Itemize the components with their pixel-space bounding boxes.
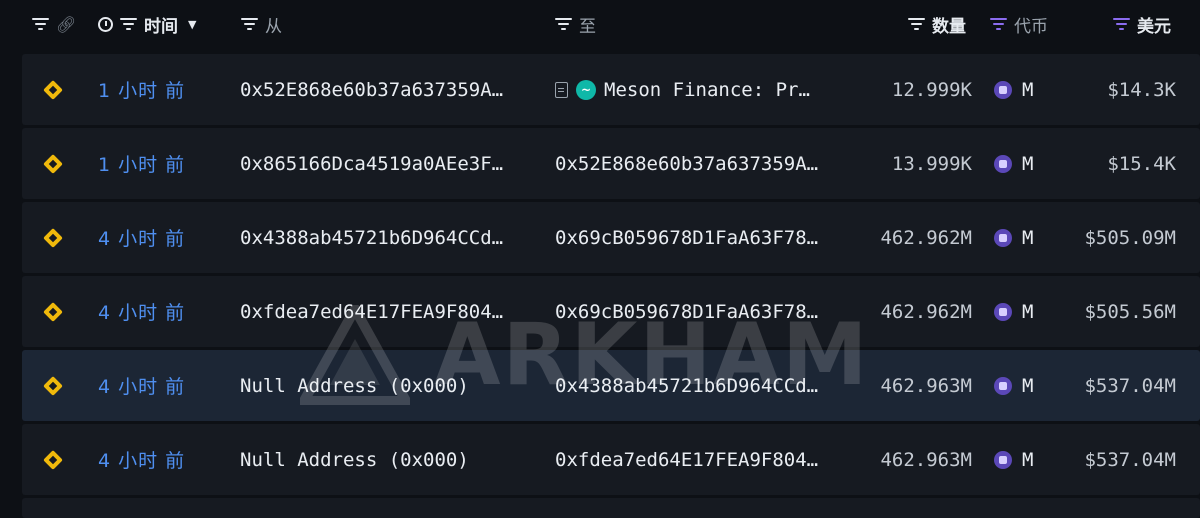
amount-value: 462.962M (880, 226, 972, 249)
time-link[interactable]: 4 小时 前 (98, 424, 185, 495)
table-row[interactable]: 4 小时 前 Null Address (0x000) 0x4388ab4572… (22, 350, 1200, 421)
table-row-partial (22, 498, 1200, 518)
token-symbol[interactable]: M (1022, 153, 1033, 175)
filter-icon[interactable] (555, 17, 572, 31)
token-cell[interactable]: M (994, 202, 1033, 273)
filter-icon[interactable] (120, 17, 137, 31)
to-header-label: 至 (579, 16, 596, 37)
amount-value: 13.999K (891, 152, 972, 175)
bnb-chain-icon (43, 449, 63, 470)
bnb-chain-icon (43, 79, 63, 100)
usd-value: $537.04M (1084, 374, 1176, 397)
bnb-chain-icon (43, 153, 63, 174)
table-row[interactable]: 4 小时 前 0x4388ab45721b6D964CCd… 0x69cB059… (22, 202, 1200, 273)
bnb-chain-icon (43, 301, 63, 322)
usd-column-header[interactable]: 美元 (1113, 12, 1171, 37)
chain-cell (43, 350, 63, 421)
chain-cell (43, 202, 63, 273)
bnb-chain-icon (43, 375, 63, 396)
from-address[interactable]: 0x865166Dca4519a0AEe3F… (240, 128, 503, 199)
time-link[interactable]: 4 小时 前 (98, 276, 185, 347)
to-address[interactable]: 0xfdea7ed64E17FEA9F804… (555, 424, 818, 495)
filter-icon[interactable] (1113, 17, 1130, 31)
filter-icon[interactable] (908, 17, 925, 31)
chain-cell (43, 128, 63, 199)
filter-icon[interactable] (241, 17, 258, 31)
contract-icon (555, 81, 568, 98)
from-address[interactable]: Null Address (0x000) (240, 350, 469, 421)
from-address[interactable]: 0x52E868e60b37a637359A… (240, 54, 503, 125)
token-icon (994, 80, 1012, 99)
from-address[interactable]: 0xfdea7ed64E17FEA9F804… (240, 276, 503, 347)
time-column-header[interactable]: 时间 ▼ (98, 12, 196, 37)
from-address[interactable]: 0x4388ab45721b6D964CCd… (240, 202, 503, 273)
token-symbol[interactable]: M (1022, 79, 1033, 101)
to-address[interactable]: Meson Finance: Pr… (604, 79, 810, 101)
amount-column-header[interactable]: 数量 (908, 12, 966, 37)
table-row[interactable]: 1 小时 前 0x52E868e60b37a637359A… ~ Meson F… (22, 54, 1200, 125)
time-link[interactable]: 1 小时 前 (98, 128, 185, 199)
token-icon (994, 154, 1012, 173)
amount-header-label: 数量 (932, 16, 966, 37)
table-row[interactable]: 4 小时 前 0xfdea7ed64E17FEA9F804… 0x69cB059… (22, 276, 1200, 347)
token-symbol[interactable]: M (1022, 227, 1033, 249)
token-cell[interactable]: M (994, 54, 1033, 125)
filter-icon[interactable] (990, 17, 1007, 31)
to-address-cell[interactable]: ~ Meson Finance: Pr… (555, 54, 810, 125)
token-icon (994, 450, 1012, 469)
token-cell[interactable]: M (994, 128, 1033, 199)
time-link[interactable]: 4 小时 前 (98, 350, 185, 421)
from-address[interactable]: Null Address (0x000) (240, 424, 469, 495)
token-symbol[interactable]: M (1022, 301, 1033, 323)
token-icon (994, 228, 1012, 247)
usd-value: $505.09M (1084, 226, 1176, 249)
to-address[interactable]: 0x69cB059678D1FaA63F78… (555, 202, 818, 273)
table-header: 🔗︎ 时间 ▼ 从 至 数量 代币 美元 (0, 0, 1200, 50)
time-link[interactable]: 4 小时 前 (98, 202, 185, 273)
usd-value: $15.4K (1107, 152, 1176, 175)
token-cell[interactable]: M (994, 424, 1033, 495)
token-header-label: 代币 (1014, 16, 1048, 37)
time-header-label: 时间 (144, 16, 178, 37)
usd-value: $505.56M (1084, 300, 1176, 323)
usd-value: $14.3K (1107, 78, 1176, 101)
table-row[interactable]: 4 小时 前 Null Address (0x000) 0xfdea7ed64E… (22, 424, 1200, 495)
chain-cell (43, 276, 63, 347)
token-icon (994, 302, 1012, 321)
chain-cell (43, 424, 63, 495)
token-symbol[interactable]: M (1022, 375, 1033, 397)
token-column-header[interactable]: 代币 (990, 12, 1048, 37)
amount-value: 462.963M (880, 448, 972, 471)
usd-value: $537.04M (1084, 448, 1176, 471)
token-cell[interactable]: M (994, 350, 1033, 421)
amount-value: 462.962M (880, 300, 972, 323)
amount-value: 12.999K (891, 78, 972, 101)
from-column-header[interactable]: 从 (241, 12, 282, 37)
meson-logo-icon: ~ (576, 79, 596, 100)
token-cell[interactable]: M (994, 276, 1033, 347)
filter-icon[interactable] (32, 17, 49, 31)
chain-filter[interactable]: 🔗︎ (32, 12, 76, 36)
amount-value: 462.963M (880, 374, 972, 397)
token-symbol[interactable]: M (1022, 449, 1033, 471)
to-address[interactable]: 0x4388ab45721b6D964CCd… (555, 350, 818, 421)
token-icon (994, 376, 1012, 395)
chain-cell (43, 54, 63, 125)
table-row[interactable]: 1 小时 前 0x865166Dca4519a0AEe3F… 0x52E868e… (22, 128, 1200, 199)
to-address[interactable]: 0x52E868e60b37a637359A… (555, 128, 818, 199)
to-column-header[interactable]: 至 (555, 12, 596, 37)
usd-header-label: 美元 (1137, 16, 1171, 37)
link-icon: 🔗︎ (56, 14, 77, 34)
time-link[interactable]: 1 小时 前 (98, 54, 185, 125)
sort-caret-icon[interactable]: ▼ (188, 18, 196, 31)
to-address[interactable]: 0x69cB059678D1FaA63F78… (555, 276, 818, 347)
bnb-chain-icon (43, 227, 63, 248)
clock-icon (98, 16, 113, 32)
from-header-label: 从 (265, 16, 282, 37)
